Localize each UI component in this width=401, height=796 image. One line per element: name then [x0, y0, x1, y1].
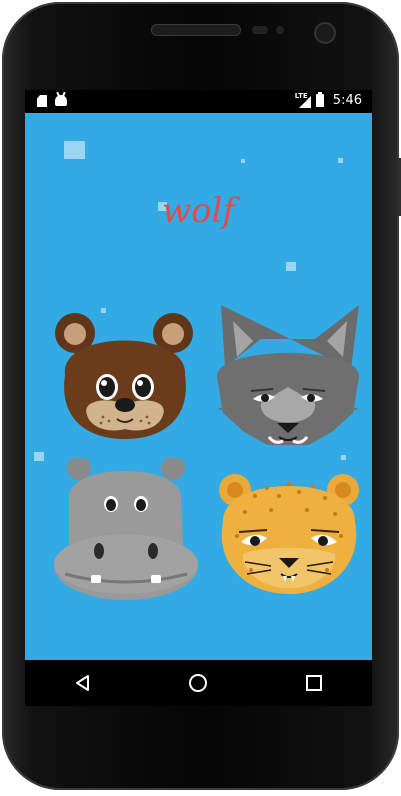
- otter-face-icon: [55, 313, 193, 439]
- navigation-bar: [25, 660, 372, 706]
- android-debug-icon: [55, 95, 67, 106]
- status-bar: LTE 5:46: [25, 90, 372, 113]
- snow-square: [241, 159, 245, 163]
- snow-square: [338, 158, 343, 163]
- leopard-face-icon: [219, 474, 359, 594]
- home-circle-icon: [189, 674, 208, 692]
- snow-square: [34, 452, 44, 461]
- clock: 5:46: [332, 93, 362, 108]
- snow-square: [341, 455, 346, 460]
- snow-square: [64, 141, 85, 159]
- back-button[interactable]: [63, 663, 103, 703]
- wolf-face-icon: [216, 305, 360, 445]
- earpiece-speaker: [152, 25, 240, 35]
- recents-button[interactable]: [294, 663, 334, 703]
- snow-square: [286, 262, 296, 271]
- game-area: wolf: [25, 113, 372, 660]
- hippo-face-icon: [54, 458, 198, 600]
- sd-card-icon: [37, 95, 47, 107]
- target-animal-title: wolf: [161, 191, 236, 231]
- power-button[interactable]: [397, 158, 401, 216]
- lte-signal-icon: LTE: [295, 92, 311, 108]
- otter-face-button[interactable]: [51, 305, 199, 445]
- light-sensor: [276, 26, 284, 34]
- back-triangle-icon: [75, 675, 89, 691]
- wolf-face-button[interactable]: [213, 305, 363, 450]
- hippo-face-button[interactable]: [51, 458, 201, 600]
- battery-icon: [315, 92, 324, 107]
- recents-square-icon: [306, 675, 323, 691]
- screen: LTE 5:46 wolf: [25, 90, 372, 660]
- home-button[interactable]: [178, 663, 218, 703]
- leopard-face-button[interactable]: [215, 466, 363, 598]
- front-camera: [316, 24, 334, 42]
- proximity-sensor: [252, 26, 268, 34]
- phone-frame: LTE 5:46 wolf: [0, 0, 401, 796]
